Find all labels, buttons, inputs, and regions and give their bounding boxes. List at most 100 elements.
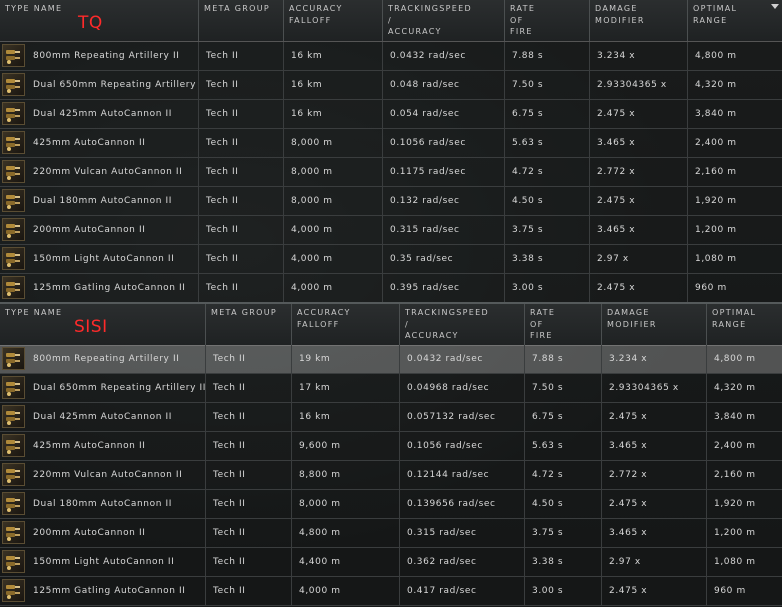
cell-tracking-speed: 0.1056 rad/sec: [400, 432, 525, 460]
column-header-damage-modifier[interactable]: DAMAGE MODIFIER: [590, 0, 688, 41]
column-header-label: FALLOFF: [289, 15, 332, 25]
cell-accuracy-falloff: 9,600 m: [292, 432, 400, 460]
table-row[interactable]: 200mm AutoCannon II Tech II 4,000 m 0.315 r…: [0, 216, 782, 245]
cell-damage-modifier: 2.475 x: [602, 490, 707, 518]
table-row[interactable]: 150mm Light AutoCannon II Tech II 4,000 m0…: [0, 245, 782, 274]
item-name: 125mm Gatling AutoCannon II: [33, 586, 186, 596]
column-header-label: OF: [510, 15, 524, 25]
cell-type-name: 800mm Repeating Artillery II: [0, 42, 199, 70]
cell-tracking-speed: 0.1056 rad/sec: [383, 129, 505, 157]
cell-accuracy-falloff: 8,000 m: [292, 490, 400, 518]
table-row[interactable]: Dual 180mm AutoCannon II Tech II 8,000 m 0.…: [0, 187, 782, 216]
cell-damage-modifier: 3.465 x: [590, 129, 688, 157]
autocannon-ammo-icon: [2, 463, 25, 486]
cell-rate-of-fire: 7.88 s: [525, 345, 602, 373]
table-row[interactable]: Dual 425mm AutoCannon II Tech II 16 km 0.05…: [0, 403, 782, 432]
server-tag: TQ: [78, 13, 103, 33]
table-row[interactable]: 425mm AutoCannon II Tech II 8,000 m 0.1056 …: [0, 129, 782, 158]
cell-optimal-range: 4,320 m: [714, 383, 756, 393]
cell-meta-group: Tech II: [206, 461, 292, 489]
cell-tracking-speed: 0.12144 rad/sec: [400, 461, 525, 489]
column-header-meta-group[interactable]: META GROUP: [206, 304, 292, 345]
table-row[interactable]: 125mm Gatling AutoCannon II Tech II 4,000 …: [0, 274, 782, 303]
table-row[interactable]: 425mm AutoCannon II Tech II 9,600 m 0.1056 …: [0, 432, 782, 461]
column-header-label: DAMAGE: [607, 308, 650, 317]
column-header-tracking-speed[interactable]: TRACKINGSPEED / ACCURACY: [400, 304, 525, 345]
table-row[interactable]: 125mm Gatling AutoCannon II Tech II 4,000 …: [0, 577, 782, 606]
cell-damage-modifier: 3.465 x: [590, 216, 688, 244]
cell-damage-modifier: 2.475 x: [590, 274, 688, 302]
table-row[interactable]: Dual 650mm Repeating Artillery Tech II 16 …: [0, 71, 782, 100]
cell-type-name: 425mm AutoCannon II: [0, 129, 199, 157]
cell-type-name: 220mm Vulcan AutoCannon II: [0, 158, 199, 186]
sort-descending-icon[interactable]: [771, 4, 779, 9]
column-header-damage-modifier[interactable]: DAMAGE MODIFIER: [602, 304, 707, 345]
cell-optimal-range: 3,840 m: [714, 412, 756, 422]
table-tq: TYPE NAME META GROUP ACCURACY FALLOFF TRACKI…: [0, 0, 782, 303]
autocannon-ammo-icon: [2, 376, 25, 399]
column-header-label: ACCURACY: [405, 331, 459, 340]
cell-accuracy-falloff: 8,800 m: [292, 461, 400, 489]
column-header-label: TRACKINGSPEED: [388, 4, 472, 13]
table-row[interactable]: Dual 425mm AutoCannon II Tech II 16 km 0.05…: [0, 100, 782, 129]
table-row[interactable]: 800mm Repeating Artillery II Tech II 16 km…: [0, 42, 782, 71]
cell-accuracy-falloff: 19 km: [292, 345, 400, 373]
table-row[interactable]: 150mm Light AutoCannon II Tech II 4,400 m0…: [0, 548, 782, 577]
autocannon-ammo-icon: [2, 73, 25, 96]
cell-tracking-speed: 0.04968 rad/sec: [400, 374, 525, 402]
item-name: Dual 425mm AutoCannon II: [33, 109, 172, 119]
table-header: TYPE NAME META GROUP ACCURACY FALLOFF TRACKI…: [0, 0, 782, 42]
cell-damage-modifier: 2.475 x: [602, 577, 707, 605]
cell-type-name: Dual 650mm Repeating Artillery II: [0, 374, 206, 402]
column-header-accuracy-falloff[interactable]: ACCURACY FALLOFF: [284, 0, 383, 41]
column-header-label: MODIFIER: [607, 319, 657, 329]
table-row[interactable]: Dual 650mm Repeating Artillery II Tech II…: [0, 374, 782, 403]
cell-type-name: Dual 650mm Repeating Artillery: [0, 71, 199, 99]
cell-optimal-range: 3,840 m: [695, 109, 737, 119]
cell-tracking-speed: 0.1175 rad/sec: [383, 158, 505, 186]
cell-damage-modifier: 2.97 x: [602, 548, 707, 576]
column-header-label: RANGE: [693, 15, 728, 25]
cell-meta-group: Tech II: [206, 374, 292, 402]
table-row[interactable]: 220mm Vulcan AutoCannon II Tech II 8,000 m…: [0, 158, 782, 187]
cell-meta-group: Tech II: [199, 216, 284, 244]
column-header-label: OPTIMAL: [712, 308, 757, 317]
item-name: Dual 425mm AutoCannon II: [33, 412, 172, 422]
cell-meta-group: Tech II: [199, 245, 284, 273]
table-row[interactable]: 800mm Repeating Artillery II Tech II 19 km…: [0, 345, 782, 374]
cell-tracking-speed: 0.057132 rad/sec: [400, 403, 525, 431]
cell-damage-modifier: 2.475 x: [590, 100, 688, 128]
cell-optimal-range: 4,800 m: [714, 354, 756, 364]
cell-optimal-range: 2,160 m: [695, 167, 737, 177]
cell-tracking-speed: 0.0432 rad/sec: [400, 345, 525, 373]
column-header-optimal-range[interactable]: OPTIMAL RANGE: [707, 304, 782, 345]
cell-meta-group: Tech II: [199, 274, 284, 302]
cell-type-name: Dual 180mm AutoCannon II: [0, 187, 199, 215]
column-header-rate-of-fire[interactable]: RATE OF FIRE: [525, 304, 602, 345]
cell-meta-group: Tech II: [199, 129, 284, 157]
column-header-label: /: [388, 15, 392, 25]
cell-optimal-range: 1,200 m: [695, 225, 737, 235]
cell-accuracy-falloff: 16 km: [284, 42, 383, 70]
table-row[interactable]: 220mm Vulcan AutoCannon II Tech II 8,800 m…: [0, 461, 782, 490]
cell-meta-group: Tech II: [206, 548, 292, 576]
cell-damage-modifier: 2.97 x: [590, 245, 688, 273]
column-header-tracking-speed[interactable]: TRACKINGSPEED / ACCURACY: [383, 0, 505, 41]
cell-optimal-range: 4,320 m: [695, 80, 737, 90]
column-header-label: RATE: [510, 4, 536, 13]
table-row[interactable]: Dual 180mm AutoCannon II Tech II 8,000 m 0.…: [0, 490, 782, 519]
column-header-accuracy-falloff[interactable]: ACCURACY FALLOFF: [292, 304, 400, 345]
server-tag: SISI: [74, 317, 108, 337]
table-row[interactable]: 200mm AutoCannon II Tech II 4,800 m 0.315 r…: [0, 519, 782, 548]
column-header-label: ACCURACY: [289, 4, 343, 13]
column-header-meta-group[interactable]: META GROUP: [199, 0, 284, 41]
cell-damage-modifier: 2.475 x: [590, 187, 688, 215]
cell-optimal-range: 1,920 m: [695, 196, 737, 206]
column-header-rate-of-fire[interactable]: RATE OF FIRE: [505, 0, 590, 41]
column-header-optimal-range[interactable]: OPTIMAL RANGE: [688, 0, 782, 41]
cell-optimal-range: 1,080 m: [714, 557, 756, 567]
cell-type-name: 200mm AutoCannon II: [0, 519, 206, 547]
autocannon-ammo-icon: [2, 550, 25, 573]
cell-meta-group: Tech II: [206, 577, 292, 605]
column-header-label: META GROUP: [211, 308, 277, 317]
